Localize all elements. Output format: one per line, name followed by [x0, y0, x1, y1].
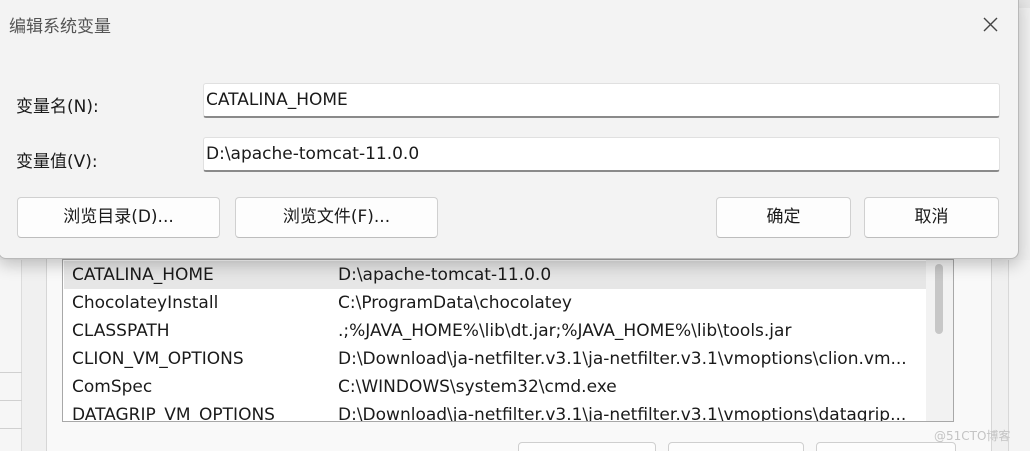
table-row[interactable]: ChocolateyInstall C:\ProgramData\chocola… — [64, 289, 926, 317]
divider — [0, 428, 22, 429]
variable-name-cell: DATAGRIP_VM_OPTIONS — [72, 405, 275, 422]
parent-right-edge — [1008, 260, 1030, 451]
scrollbar-thumb[interactable] — [935, 264, 943, 334]
variable-name-cell: CLION_VM_OPTIONS — [72, 349, 244, 369]
parent-left-panel — [0, 260, 22, 451]
list-scrollbar[interactable] — [926, 260, 953, 421]
divider — [0, 400, 22, 401]
variable-value-cell: C:\WINDOWS\system32\cmd.exe — [338, 377, 617, 397]
variable-value-cell: D:\Download\ja-netfilter.v3.1\ja-netfilt… — [338, 349, 907, 369]
system-edit-button[interactable] — [668, 442, 804, 451]
variable-value-cell: D:\Download\ja-netfilter.v3.1\ja-netfilt… — [338, 405, 907, 422]
cancel-button[interactable]: 取消 — [864, 197, 999, 238]
variable-value-cell: D:\apache-tomcat-11.0.0 — [338, 265, 552, 285]
close-button[interactable] — [961, 1, 1019, 45]
table-row[interactable]: DATAGRIP_VM_OPTIONS D:\Download\ja-netfi… — [64, 401, 926, 422]
browse-file-button[interactable]: 浏览文件(F)... — [235, 197, 438, 238]
table-row[interactable]: CLION_VM_OPTIONS D:\Download\ja-netfilte… — [64, 345, 926, 373]
table-row[interactable]: CATALINA_HOME D:\apache-tomcat-11.0.0 — [64, 261, 926, 289]
variable-name-label: 变量名(N): — [16, 97, 99, 117]
variable-value-cell: .;%JAVA_HOME%\lib\dt.jar;%JAVA_HOME%\lib… — [338, 321, 792, 341]
variable-value-cell: C:\ProgramData\chocolatey — [338, 293, 572, 313]
browse-directory-button[interactable]: 浏览目录(D)... — [17, 197, 220, 238]
close-icon — [983, 17, 998, 32]
variable-name-cell: ChocolateyInstall — [72, 293, 219, 313]
variable-name-cell: CATALINA_HOME — [72, 265, 214, 285]
ok-button[interactable]: 确定 — [716, 197, 851, 238]
dialog-title: 编辑系统变量 — [9, 17, 111, 37]
variable-value-label: 变量值(V): — [16, 152, 98, 172]
variable-name-cell: ComSpec — [72, 377, 153, 397]
table-row[interactable]: CLASSPATH .;%JAVA_HOME%\lib\dt.jar;%JAVA… — [64, 317, 926, 345]
divider — [0, 372, 22, 373]
variable-value-field[interactable] — [203, 137, 1000, 172]
watermark: @51CTO博客 — [934, 429, 1011, 443]
edit-system-variable-dialog: 编辑系统变量 变量名(N): 变量值(V): 浏览目录(D)... 浏览文件(F… — [0, 0, 1019, 259]
system-new-button[interactable] — [518, 442, 656, 451]
variable-name-cell: CLASSPATH — [72, 321, 170, 341]
table-row[interactable]: ComSpec C:\WINDOWS\system32\cmd.exe — [64, 373, 926, 401]
system-variables-list[interactable]: CATALINA_HOME D:\apache-tomcat-11.0.0 Ch… — [62, 259, 954, 422]
variable-name-field[interactable] — [203, 83, 1000, 118]
